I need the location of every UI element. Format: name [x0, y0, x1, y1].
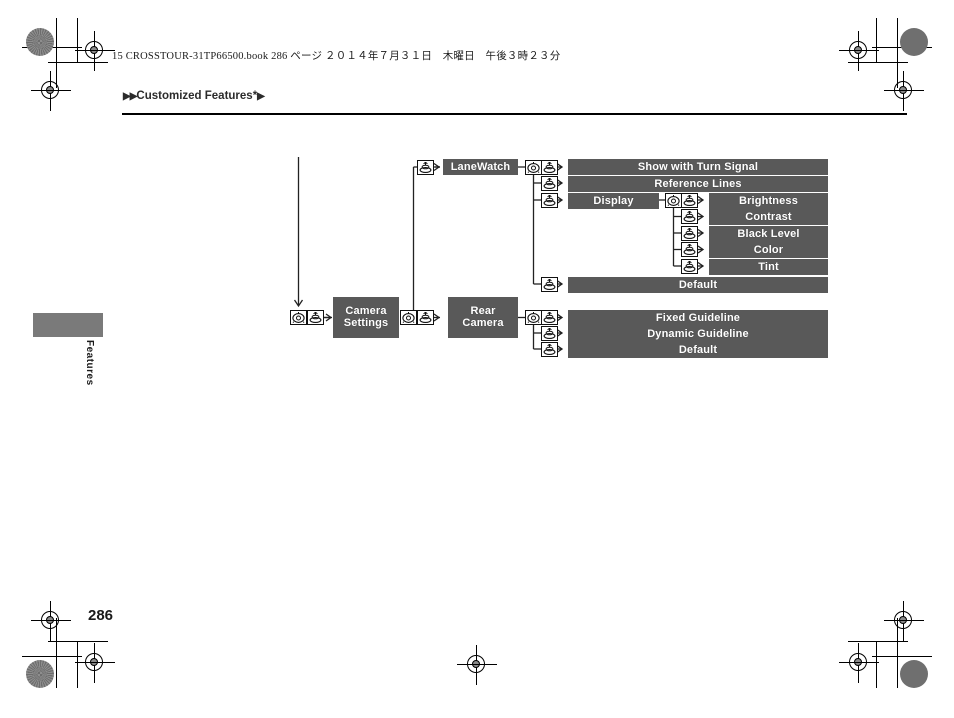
menu-item-brightness[interactable]: Brightness: [709, 192, 828, 209]
connector-lines: [293, 157, 705, 354]
press-knob-icon: [541, 325, 558, 341]
node-camera-settings[interactable]: Camera Settings: [333, 297, 399, 338]
menu-item-black-level[interactable]: Black Level: [709, 225, 828, 242]
menu-item-rear-camera-default[interactable]: Default: [568, 341, 828, 358]
press-knob-icon: [681, 258, 698, 274]
node-display[interactable]: Display: [568, 192, 659, 209]
menu-item-fixed-guideline[interactable]: Fixed Guideline: [568, 310, 828, 326]
press-knob-icon: [541, 159, 558, 175]
rotary-dial-icon: [665, 192, 682, 208]
press-knob-icon: [307, 310, 324, 325]
menu-item-lanewatch-default[interactable]: Default: [568, 276, 828, 293]
press-knob-icon: [417, 310, 434, 325]
press-knob-icon: [681, 225, 698, 241]
press-knob-icon: [681, 242, 698, 257]
node-camera-settings-line2: Settings: [343, 317, 389, 329]
menu-item-reference-lines[interactable]: Reference Lines: [568, 175, 828, 192]
printed-manual-page: 15 CROSSTOUR-31TP66500.book 286 ページ ２０１４…: [0, 0, 954, 718]
node-lanewatch[interactable]: LaneWatch: [443, 159, 518, 175]
menu-item-tint[interactable]: Tint: [709, 258, 828, 275]
rotary-dial-icon: [400, 310, 417, 325]
menu-item-dynamic-guideline[interactable]: Dynamic Guideline: [568, 325, 828, 342]
press-knob-icon: [681, 192, 698, 208]
menu-item-show-with-turn-signal[interactable]: Show with Turn Signal: [568, 159, 828, 175]
rotary-dial-icon: [290, 310, 307, 325]
node-rear-camera[interactable]: Rear Camera: [448, 297, 518, 338]
press-knob-icon: [541, 310, 558, 325]
press-knob-icon: [541, 192, 558, 208]
node-rear-camera-line2: Camera: [462, 317, 504, 329]
press-knob-icon: [417, 159, 434, 175]
menu-item-contrast[interactable]: Contrast: [709, 209, 828, 225]
press-knob-icon: [541, 341, 558, 357]
menu-item-color[interactable]: Color: [709, 242, 828, 258]
rotary-dial-icon: [525, 310, 542, 325]
press-knob-icon: [681, 209, 698, 224]
press-knob-icon: [541, 175, 558, 191]
press-knob-icon: [541, 276, 558, 292]
menu-tree-diagram: Camera Settings LaneWatch Rear Camera Sh…: [0, 0, 954, 718]
rotary-dial-icon: [525, 159, 542, 175]
